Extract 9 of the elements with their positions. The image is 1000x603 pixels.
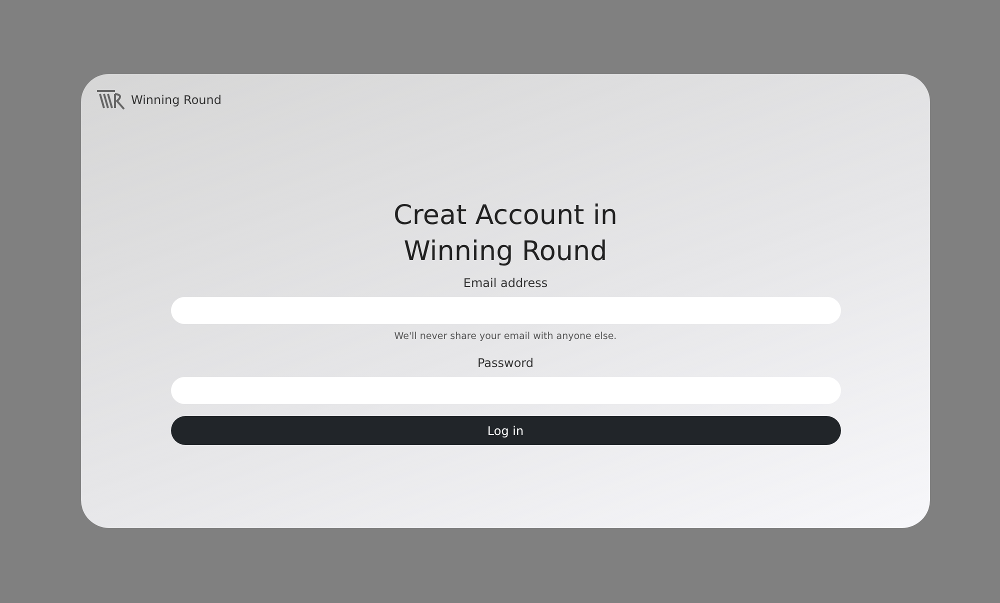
brand-name: Winning Round: [131, 92, 222, 109]
input-field[interactable]: [170, 377, 840, 404]
logo-icon: [95, 88, 127, 112]
page-title: Creat Account in Winning Round: [392, 199, 618, 269]
login-button[interactable]: Log in: [170, 416, 840, 446]
input-field[interactable]: [170, 297, 840, 324]
field-label: Email address: [462, 275, 549, 292]
field-label: Password: [476, 355, 535, 372]
help-text: We'll never share your email with anyone else.: [393, 330, 618, 344]
